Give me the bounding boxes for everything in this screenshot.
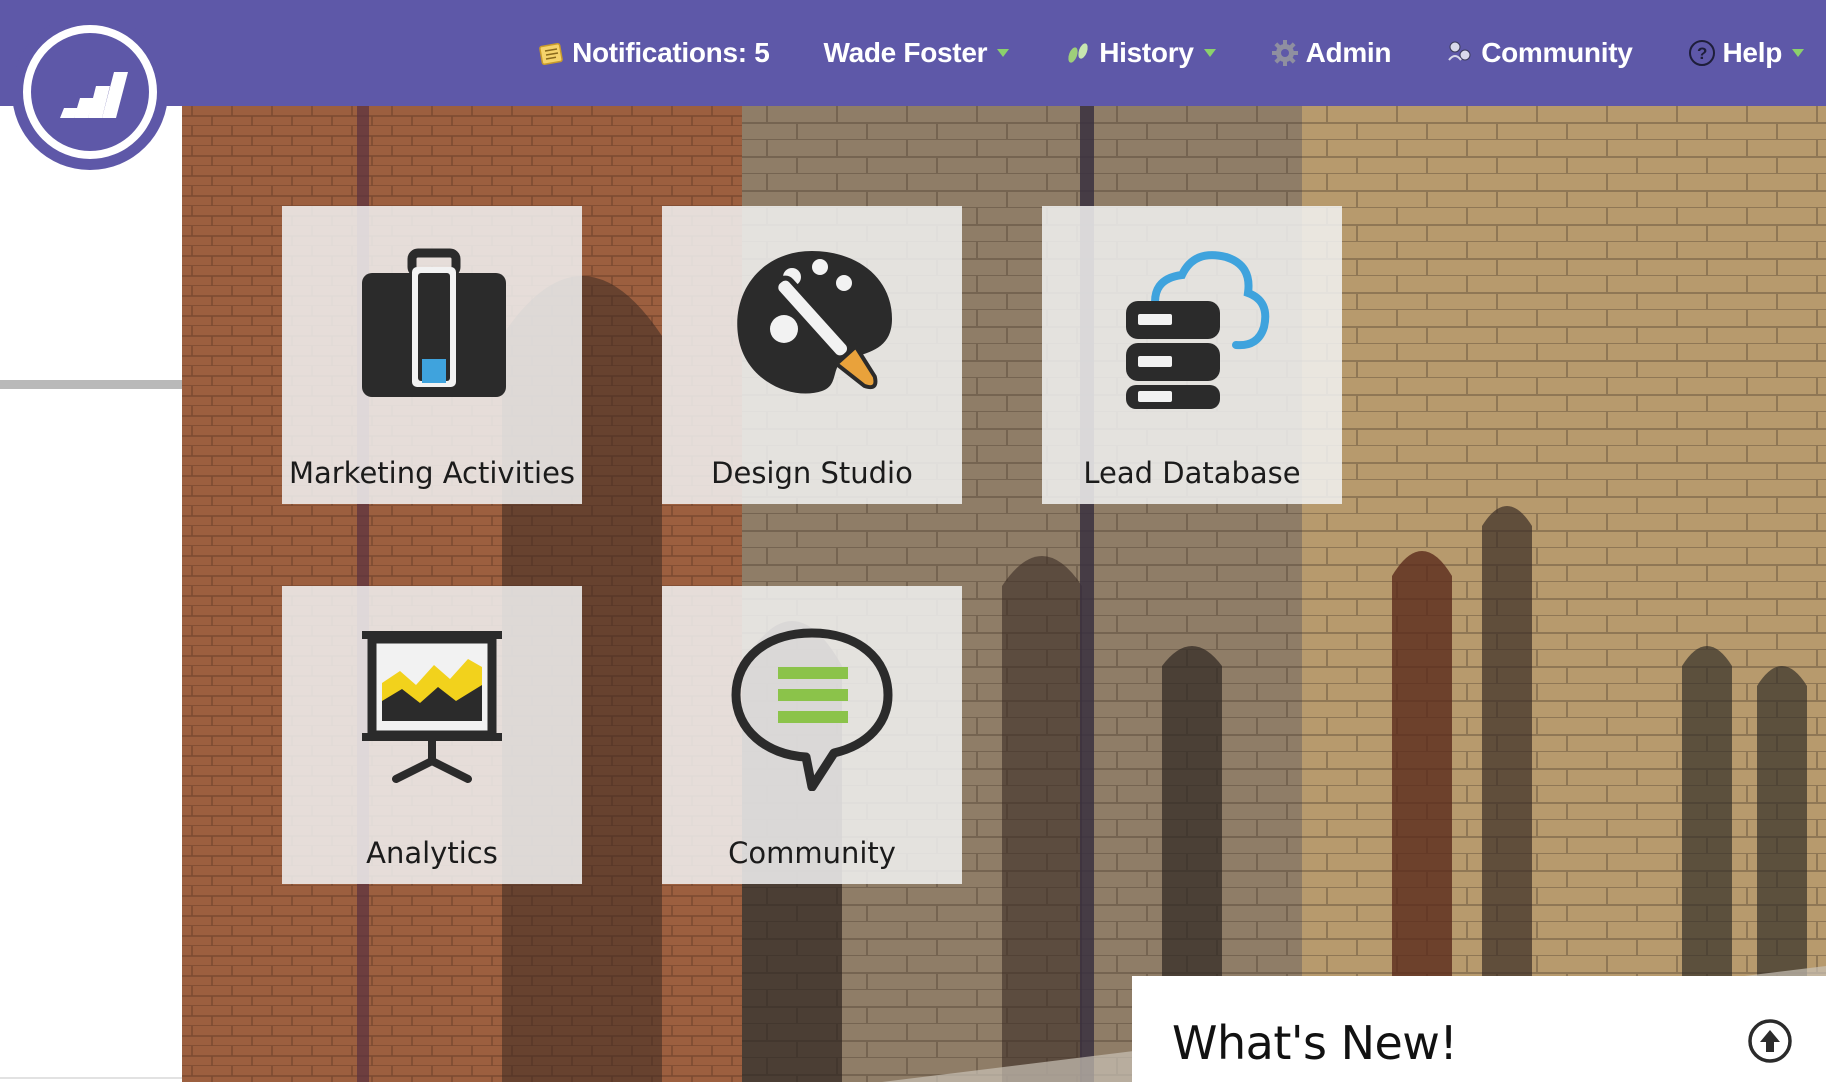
notepad-icon: [536, 38, 566, 68]
gear-icon: [1270, 38, 1300, 68]
user-name: Wade Foster: [823, 37, 988, 68]
tile-label: Design Studio: [711, 456, 913, 490]
tile-design-studio[interactable]: Design Studio: [662, 206, 962, 504]
people-icon: [1445, 38, 1475, 68]
admin-menu[interactable]: Admin: [1270, 37, 1392, 69]
whats-new-title: What's New!: [1172, 1016, 1458, 1070]
chevron-down-icon: [1792, 48, 1804, 58]
admin-label: Admin: [1305, 37, 1392, 68]
footprints-icon: [1063, 38, 1093, 68]
question-circle-icon: ?: [1687, 38, 1717, 68]
bars-logo-icon: [23, 25, 157, 159]
left-panel: [0, 106, 182, 1082]
presentation-chart-icon: [362, 631, 502, 783]
tile-label: Analytics: [366, 836, 498, 870]
history-menu[interactable]: History: [1063, 37, 1216, 69]
history-label: History: [1099, 37, 1194, 68]
tile-label: Lead Database: [1083, 456, 1301, 490]
tile-analytics[interactable]: Analytics: [282, 586, 582, 884]
arrow-up-circle-icon: [1748, 1019, 1792, 1063]
tile-community[interactable]: Community: [662, 586, 962, 884]
user-menu[interactable]: Wade Foster: [824, 37, 1010, 69]
left-divider: [0, 380, 182, 389]
help-label: Help: [1722, 37, 1783, 68]
top-header: Notifications: 5 Wade Foster History Adm…: [0, 0, 1826, 106]
community-label: Community: [1481, 37, 1633, 68]
left-bottom-divider: [0, 1077, 182, 1079]
chevron-down-icon: [997, 48, 1010, 58]
app-logo[interactable]: [12, 14, 168, 170]
database-cloud-icon: [1126, 251, 1270, 409]
top-nav: Notifications: 5 Wade Foster History Adm…: [482, 0, 1826, 106]
palette-icon: [737, 251, 892, 394]
tile-label: Community: [728, 836, 896, 870]
help-menu[interactable]: ? Help: [1687, 37, 1804, 69]
speech-bubble-icon: [731, 628, 893, 791]
community-menu[interactable]: Community: [1445, 37, 1633, 69]
tile-marketing-activities[interactable]: Marketing Activities: [282, 206, 582, 504]
tile-label: Marketing Activities: [288, 456, 576, 490]
notifications-label: Notifications: 5: [572, 37, 770, 68]
tile-lead-database[interactable]: Lead Database: [1042, 206, 1342, 504]
whats-new-panel: What's New!: [1132, 976, 1826, 1082]
expand-whats-new-button[interactable]: [1746, 1017, 1794, 1065]
svg-text:?: ?: [1696, 44, 1706, 63]
chevron-down-icon: [1203, 48, 1216, 58]
notifications-menu[interactable]: Notifications: 5: [536, 37, 770, 69]
briefcase-icon: [362, 248, 506, 397]
